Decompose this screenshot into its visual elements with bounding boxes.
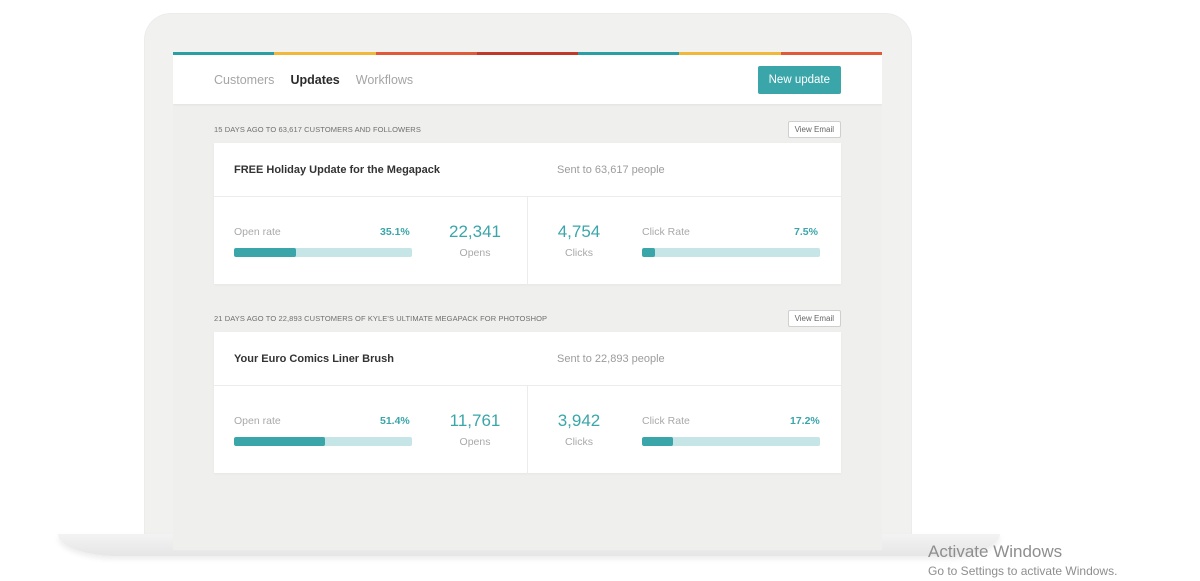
update-title: FREE Holiday Update for the Megapack — [234, 163, 440, 176]
sent-count: Sent to 63,617 people — [557, 163, 665, 176]
open-rate-bar-fill — [234, 437, 326, 446]
tab-workflows[interactable]: Workflows — [356, 73, 413, 87]
opens-stat: 22,341 Opens — [430, 197, 520, 259]
clicks-stat: 3,942 Clicks — [534, 386, 624, 448]
open-stats: Open rate 35.1% 22,341 Opens — [214, 197, 528, 285]
update-section: 15 DAYS AGO TO 63,617 CUSTOMERS AND FOLL… — [214, 121, 841, 285]
update-meta: 21 DAYS AGO TO 22,893 CUSTOMERS OF KYLE'… — [214, 310, 841, 327]
click-rate-value: 7.5% — [794, 226, 818, 238]
click-rate-bar-fill — [642, 248, 656, 257]
open-stats: Open rate 51.4% 11,761 Opens — [214, 386, 528, 474]
click-rate-label: Click Rate — [642, 226, 690, 238]
watermark-title: Activate Windows — [928, 542, 1063, 561]
open-rate-bar-fill — [234, 248, 297, 257]
click-stats: 3,942 Clicks Click Rate 17.2% — [528, 386, 841, 474]
sent-count: Sent to 22,893 people — [557, 352, 665, 365]
click-stats: 4,754 Clicks Click Rate 7.5% — [528, 197, 841, 285]
opens-count: 11,761 — [449, 411, 501, 430]
open-rate-label: Open rate — [234, 226, 281, 238]
tab-customers[interactable]: Customers — [214, 73, 274, 87]
click-rate-bar-fill — [642, 437, 673, 446]
opens-count: 22,341 — [449, 222, 501, 241]
update-section: 21 DAYS AGO TO 22,893 CUSTOMERS OF KYLE'… — [214, 310, 841, 474]
card-stats: Open rate 51.4% 11,761 Opens 3,942 Click… — [214, 386, 841, 474]
nav-tabs: Customers Updates Workflows — [214, 73, 413, 87]
opens-label: Opens — [459, 436, 491, 448]
opens-label: Opens — [459, 247, 491, 259]
update-meta-text: 21 DAYS AGO TO 22,893 CUSTOMERS OF KYLE'… — [214, 314, 548, 323]
open-rate-value: 35.1% — [380, 226, 410, 238]
view-email-button[interactable]: View Email — [787, 310, 841, 327]
clicks-count: 3,942 — [557, 411, 601, 430]
watermark-subtitle: Go to Settings to activate Windows. — [928, 564, 1118, 578]
click-rate-label: Click Rate — [642, 415, 690, 427]
update-card: FREE Holiday Update for the Megapack Sen… — [214, 143, 841, 285]
clicks-count: 4,754 — [557, 222, 601, 241]
update-card: Your Euro Comics Liner Brush Sent to 22,… — [214, 332, 841, 474]
clicks-label: Clicks — [565, 247, 593, 259]
top-nav: Customers Updates Workflows New update — [173, 55, 882, 104]
update-meta-text: 15 DAYS AGO TO 63,617 CUSTOMERS AND FOLL… — [214, 125, 421, 134]
windows-activation-watermark: Activate Windows Go to Settings to activ… — [928, 542, 1117, 578]
card-header: FREE Holiday Update for the Megapack Sen… — [214, 143, 841, 197]
card-stats: Open rate 35.1% 22,341 Opens 4,754 Click… — [214, 197, 841, 285]
update-title: Your Euro Comics Liner Brush — [234, 352, 394, 365]
open-rate-bar — [234, 437, 412, 446]
click-rate-bar — [642, 248, 820, 257]
view-email-button[interactable]: View Email — [787, 121, 841, 138]
app-screen: Customers Updates Workflows New update 1… — [173, 52, 882, 550]
clicks-stat: 4,754 Clicks — [534, 197, 624, 259]
clicks-label: Clicks — [565, 436, 593, 448]
tab-updates[interactable]: Updates — [290, 73, 339, 87]
open-rate-value: 51.4% — [380, 415, 410, 427]
open-rate-label: Open rate — [234, 415, 281, 427]
opens-stat: 11,761 Opens — [430, 386, 520, 448]
new-update-button[interactable]: New update — [757, 65, 841, 94]
click-rate-bar — [642, 437, 820, 446]
open-rate-bar — [234, 248, 412, 257]
click-rate-value: 17.2% — [790, 415, 820, 427]
update-meta: 15 DAYS AGO TO 63,617 CUSTOMERS AND FOLL… — [214, 121, 841, 138]
card-header: Your Euro Comics Liner Brush Sent to 22,… — [214, 332, 841, 386]
